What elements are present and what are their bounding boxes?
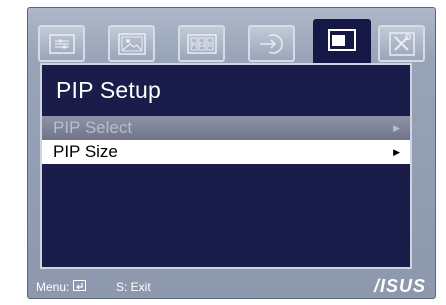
pip-icon: [328, 29, 356, 51]
osd-menu: R G B PIP Setup PIP Select ▶ PIP Size ▶ …: [27, 7, 436, 299]
tab-color[interactable]: R G B: [178, 25, 225, 62]
chevron-right-icon: ▶: [393, 123, 400, 133]
enter-icon: [73, 280, 87, 294]
tab-image[interactable]: [108, 25, 155, 62]
asus-logo: /ISUS: [373, 276, 426, 296]
menu-item-pip-size[interactable]: PIP Size ▶: [42, 140, 410, 164]
svg-text:R: R: [191, 41, 196, 49]
tab-splendid[interactable]: [38, 25, 85, 62]
tab-input-select[interactable]: [248, 25, 295, 62]
menu-item-label: PIP Size: [53, 142, 118, 161]
exit-hint: S: Exit: [116, 280, 151, 294]
tab-bar: R G B: [28, 8, 435, 72]
image-icon: [117, 32, 146, 55]
panel-title: PIP Setup: [56, 77, 161, 103]
exit-hint-label: S: Exit: [116, 280, 151, 294]
svg-text:G: G: [199, 41, 204, 49]
menu-hint-label: Menu:: [36, 280, 70, 294]
menu-hint: Menu:: [36, 280, 87, 294]
footer-bar: Menu: S: Exit /ISUS: [28, 274, 435, 298]
system-setup-icon: [388, 31, 415, 56]
menu-item-pip-select[interactable]: PIP Select ▶: [42, 116, 410, 140]
chevron-right-icon: ▶: [393, 147, 400, 157]
tab-system-setup[interactable]: [378, 25, 425, 62]
color-icon: R G B: [186, 33, 217, 54]
svg-text:B: B: [207, 41, 212, 49]
pip-setup-panel: PIP Setup PIP Select ▶ PIP Size ▶: [40, 63, 412, 269]
menu-item-label: PIP Select: [53, 118, 133, 137]
input-select-icon: [257, 32, 287, 56]
splendid-icon: [48, 33, 75, 54]
